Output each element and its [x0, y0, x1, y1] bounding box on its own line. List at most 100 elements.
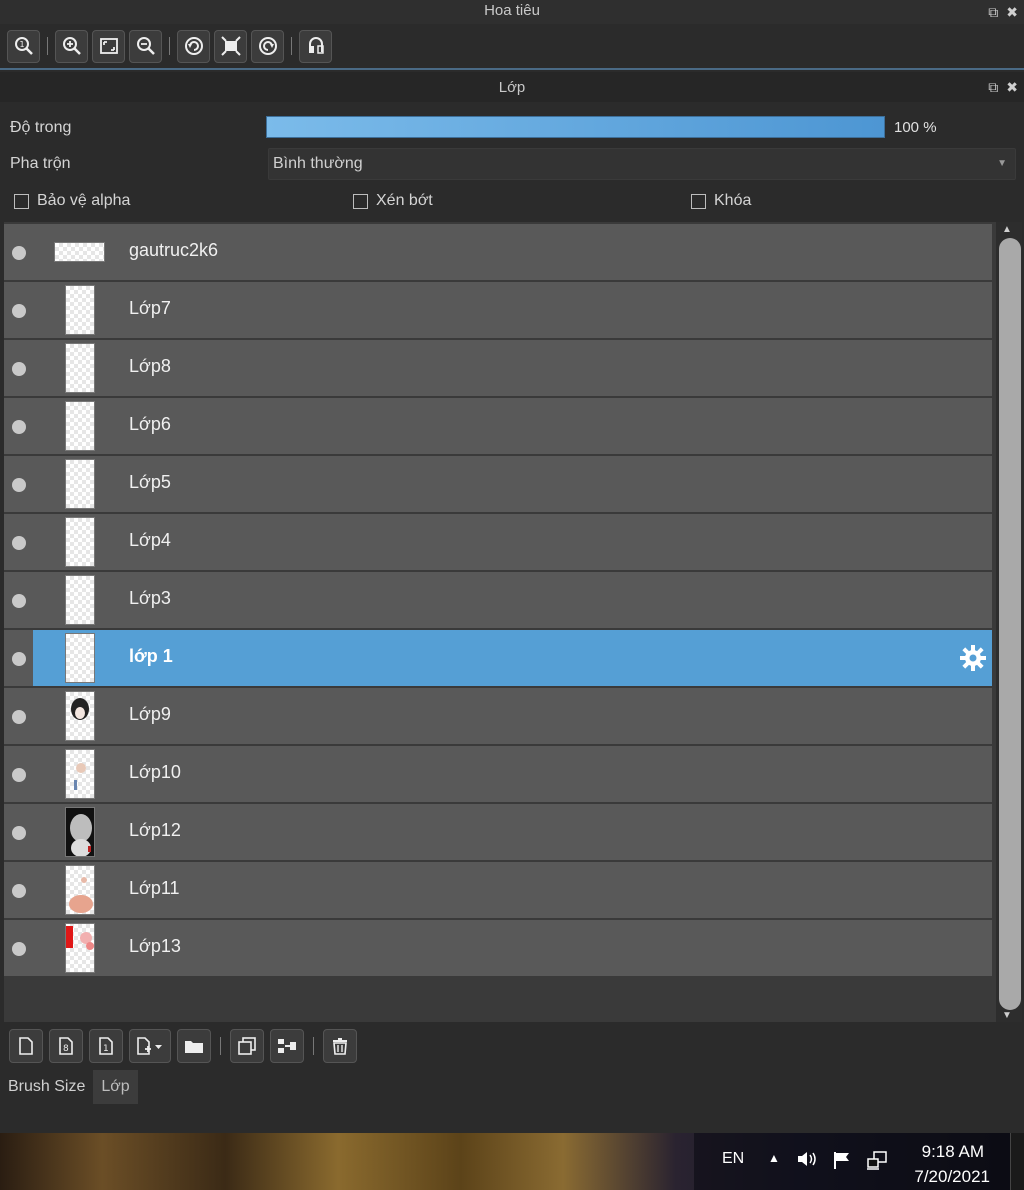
lock-checkbox[interactable]: Khóa: [691, 192, 751, 210]
layer-name: Lớp4: [129, 530, 171, 550]
protect-alpha-checkbox[interactable]: Bảo vệ alpha: [14, 192, 130, 210]
layer-row[interactable]: Lớp3: [4, 572, 992, 628]
zoom-out-icon[interactable]: [129, 29, 162, 63]
visibility-eye-icon[interactable]: [12, 420, 26, 434]
navigator-toolbar: 1: [0, 24, 1024, 70]
language-indicator[interactable]: EN: [722, 1150, 744, 1168]
clock-time[interactable]: 9:18 AM: [922, 1142, 984, 1162]
fit-screen-icon[interactable]: [214, 29, 247, 63]
tab-brush-size[interactable]: Brush Size: [0, 1070, 93, 1104]
show-desktop-button[interactable]: [1010, 1133, 1024, 1190]
layer-panel-title: Lớp: [498, 79, 526, 96]
fit-window-icon[interactable]: [92, 29, 125, 63]
layer-name: Lớp10: [129, 762, 181, 782]
layer-name: Lớp9: [129, 704, 171, 724]
layer-row[interactable]: gautruc2k6: [4, 224, 992, 280]
taskbar: EN ▲ 9:18 AM 7/20/2021: [0, 1133, 1024, 1190]
scroll-down-arrow[interactable]: ▼: [1002, 1010, 1012, 1021]
flag-icon[interactable]: [832, 1150, 852, 1175]
layer-thumbnail: [65, 459, 95, 509]
zoom-in-icon[interactable]: [55, 29, 88, 63]
layer-thumbnail: [65, 923, 95, 973]
opacity-slider[interactable]: [266, 116, 885, 138]
visibility-eye-icon[interactable]: [12, 884, 26, 898]
layer-row[interactable]: Lớp12: [4, 804, 992, 860]
new-1bit-layer-icon[interactable]: 1: [89, 1029, 123, 1063]
layer-toolbar: 8 1: [0, 1024, 1024, 1068]
clipping-label: Xén bớt: [376, 192, 433, 209]
opacity-label: Độ trong: [10, 119, 72, 136]
checkbox-box[interactable]: [353, 193, 368, 209]
visibility-eye-icon[interactable]: [12, 246, 26, 260]
layer-row[interactable]: Lớp9: [4, 688, 992, 744]
scrollbar-thumb[interactable]: [999, 238, 1021, 1010]
trash-icon[interactable]: [323, 1029, 357, 1063]
layer-name: Lớp6: [129, 414, 171, 434]
clock-date[interactable]: 7/20/2021: [914, 1167, 990, 1187]
layer-row[interactable]: Lớp10: [4, 746, 992, 802]
layer-row[interactable]: Lớp4: [4, 514, 992, 570]
layer-name: Lớp11: [129, 878, 180, 898]
rotate-left-icon[interactable]: [177, 29, 210, 63]
new-8bit-layer-icon[interactable]: 8: [49, 1029, 83, 1063]
layer-name: Lớp3: [129, 588, 171, 608]
layer-thumbnail: [65, 865, 95, 915]
visibility-eye-icon[interactable]: [12, 942, 26, 956]
scroll-up-arrow[interactable]: ▲: [1002, 224, 1012, 235]
layer-thumbnail: [65, 749, 95, 799]
flip-icon[interactable]: [299, 29, 332, 63]
add-layer-dropdown-icon[interactable]: [129, 1029, 171, 1063]
layer-row[interactable]: Lớp6: [4, 398, 992, 454]
layer-thumbnail: [65, 691, 95, 741]
network-icon[interactable]: [866, 1151, 888, 1176]
clipping-checkbox[interactable]: Xén bớt: [353, 192, 433, 210]
visibility-eye-icon[interactable]: [12, 710, 26, 724]
toolbar-separator: [291, 37, 292, 55]
layer-name: Lớp7: [129, 298, 171, 318]
folder-icon[interactable]: [177, 1029, 211, 1063]
rotate-right-icon[interactable]: [251, 29, 284, 63]
visibility-eye-icon[interactable]: [12, 304, 26, 318]
new-layer-icon[interactable]: [9, 1029, 43, 1063]
checkbox-box[interactable]: [14, 193, 29, 209]
blend-mode-label: Pha trộn: [10, 155, 71, 172]
protect-alpha-label: Bảo vệ alpha: [37, 192, 131, 209]
layer-row[interactable]: Lớp7: [4, 282, 992, 338]
layer-name: Lớp5: [129, 472, 171, 492]
visibility-eye-icon[interactable]: [12, 536, 26, 550]
chevron-down-icon: ▼: [997, 158, 1007, 169]
visibility-eye-icon[interactable]: [12, 594, 26, 608]
layer-thumbnail: [65, 401, 95, 451]
zoom-actual-icon[interactable]: 1: [7, 29, 40, 63]
visibility-eye-icon[interactable]: [12, 362, 26, 376]
duplicate-layer-icon[interactable]: [230, 1029, 264, 1063]
visibility-eye-icon[interactable]: [12, 652, 26, 666]
layer-row[interactable]: Lớp13: [4, 920, 992, 976]
visibility-eye-icon[interactable]: [12, 768, 26, 782]
close-icon[interactable]: ✖: [1006, 1, 1018, 23]
layer-row[interactable]: Lớp11: [4, 862, 992, 918]
merge-down-icon[interactable]: [270, 1029, 304, 1063]
checkbox-box[interactable]: [691, 193, 706, 209]
svg-text:1: 1: [19, 40, 24, 49]
layer-thumbnail: [65, 633, 95, 683]
layer-panel-title-bar: Lớp ⧉ ✖: [0, 72, 1024, 102]
layer-thumbnail: [65, 285, 95, 335]
lock-label: Khóa: [714, 192, 752, 209]
visibility-eye-icon[interactable]: [12, 826, 26, 840]
undock-icon[interactable]: ⧉: [988, 1, 998, 23]
blend-mode-select[interactable]: Bình thường ▼: [268, 148, 1016, 180]
tab-layer[interactable]: Lớp: [93, 1070, 138, 1104]
layer-row[interactable]: Lớp8: [4, 340, 992, 396]
speaker-icon[interactable]: [796, 1149, 818, 1174]
opacity-value: 100 %: [894, 119, 937, 136]
layer-row[interactable]: Lớp5: [4, 456, 992, 512]
blend-mode-value: Bình thường: [273, 155, 363, 172]
undock-icon[interactable]: ⧉: [988, 78, 998, 96]
toolbar-separator: [313, 1037, 314, 1055]
visibility-eye-icon[interactable]: [12, 478, 26, 492]
layer-row-selected[interactable]: lớp 1: [4, 630, 992, 686]
close-icon[interactable]: ✖: [1006, 78, 1018, 96]
gear-icon[interactable]: [958, 643, 988, 673]
chevron-up-icon[interactable]: ▲: [768, 1151, 780, 1165]
